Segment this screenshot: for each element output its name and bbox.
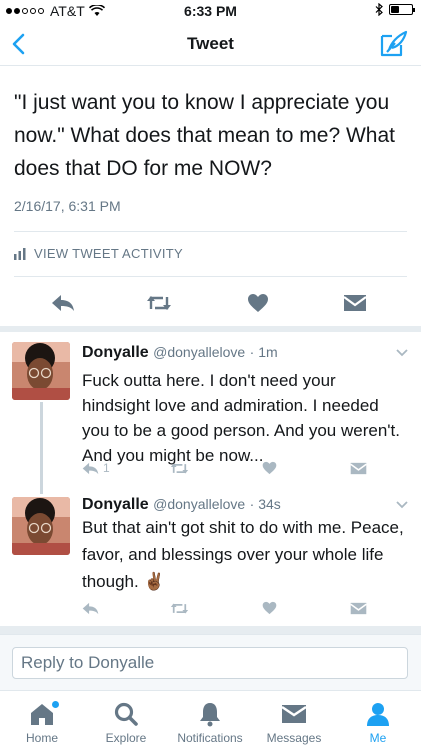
tab-label: Messages <box>266 731 322 745</box>
chevron-down-icon[interactable] <box>395 346 409 360</box>
heart-icon <box>248 294 268 312</box>
avatar[interactable] <box>12 497 70 555</box>
tab-label: Home <box>25 731 58 745</box>
view-tweet-activity-link[interactable]: VIEW TWEET ACTIVITY <box>14 246 183 261</box>
avatar-image <box>12 497 70 555</box>
section-separator <box>0 626 421 634</box>
search-icon <box>114 702 138 726</box>
tab-bar: Home Explore Notifications Messages Me <box>0 690 421 750</box>
reply-button[interactable]: 1 <box>82 458 110 478</box>
like-button[interactable] <box>262 458 277 478</box>
reply-time: · 34s <box>249 496 281 512</box>
reply-text: Fuck outta here. I don't need your hinds… <box>82 371 400 465</box>
author-name[interactable]: Donyalle <box>82 344 149 361</box>
direct-message-button[interactable] <box>350 598 367 618</box>
tab-home[interactable]: Home <box>0 701 84 745</box>
reply-icon <box>52 295 74 311</box>
view-tweet-activity-label: VIEW TWEET ACTIVITY <box>34 246 183 261</box>
retweet-button[interactable] <box>146 290 172 316</box>
thread-line <box>40 402 43 494</box>
retweet-icon <box>147 296 171 310</box>
reply-header: Donyalle @donyallelove · 1m <box>82 344 278 362</box>
envelope-icon <box>343 295 367 311</box>
direct-message-button[interactable] <box>350 458 367 478</box>
status-right <box>375 3 415 16</box>
tab-messages[interactable]: Messages <box>252 701 336 745</box>
retweet-button[interactable] <box>170 598 189 618</box>
reply-header: Donyalle @donyallelove · 34s <box>82 496 281 514</box>
tweet-timestamp: 2/16/17, 6:31 PM <box>14 198 121 214</box>
reply-count: 1 <box>103 461 110 475</box>
reply-time: · 1m <box>249 344 278 360</box>
chevron-down-icon[interactable] <box>395 498 409 512</box>
reply-actions <box>82 598 382 618</box>
retweet-button[interactable] <box>170 458 189 478</box>
tweet-text: "I just want you to know I appreciate yo… <box>14 91 395 180</box>
like-button[interactable] <box>262 598 277 618</box>
tab-label: Notifications <box>177 731 243 745</box>
tweet-actions <box>0 290 421 316</box>
tab-me[interactable]: Me <box>336 701 420 745</box>
section-separator <box>0 326 421 332</box>
reply-button[interactable] <box>82 598 99 618</box>
envelope-icon <box>350 462 367 474</box>
status-time: 6:33 PM <box>184 3 237 19</box>
bell-icon <box>200 703 220 727</box>
reply-icon <box>82 602 99 614</box>
direct-message-button[interactable] <box>342 290 368 316</box>
avatar[interactable] <box>12 342 70 400</box>
reply-text: But that ain't got shit to do with me. P… <box>82 518 404 591</box>
tab-label: Explore <box>105 731 147 745</box>
heart-icon <box>262 601 277 615</box>
page-title: Tweet <box>187 34 234 53</box>
reply-button[interactable] <box>50 290 76 316</box>
bar-chart-icon <box>14 247 26 260</box>
battery-icon <box>389 4 415 15</box>
author-handle[interactable]: @donyallelove <box>153 344 245 360</box>
author-name[interactable]: Donyalle <box>82 496 149 513</box>
author-handle[interactable]: @donyallelove <box>153 496 245 512</box>
compose-icon[interactable] <box>379 30 409 58</box>
avatar-image <box>12 342 70 400</box>
bluetooth-icon <box>375 3 383 16</box>
divider <box>14 276 407 277</box>
new-content-dot <box>52 701 59 708</box>
reply-bar: Reply to Donyalle <box>0 634 421 690</box>
reply-icon <box>82 462 99 474</box>
divider <box>14 231 407 232</box>
person-icon <box>367 703 389 726</box>
reply-actions: 1 <box>82 458 382 478</box>
retweet-icon <box>170 602 189 614</box>
retweet-icon <box>170 462 189 474</box>
envelope-icon <box>281 705 307 723</box>
tab-explore[interactable]: Explore <box>84 701 168 745</box>
tab-label: Me <box>369 731 387 745</box>
battery-level <box>391 6 399 13</box>
nav-bar: Tweet <box>0 22 421 66</box>
like-button[interactable] <box>245 290 271 316</box>
envelope-icon <box>350 602 367 614</box>
tab-notifications[interactable]: Notifications <box>168 701 252 745</box>
reply-input[interactable]: Reply to Donyalle <box>12 647 408 679</box>
heart-icon <box>262 461 277 475</box>
status-bar: AT&T 6:33 PM <box>0 0 421 22</box>
